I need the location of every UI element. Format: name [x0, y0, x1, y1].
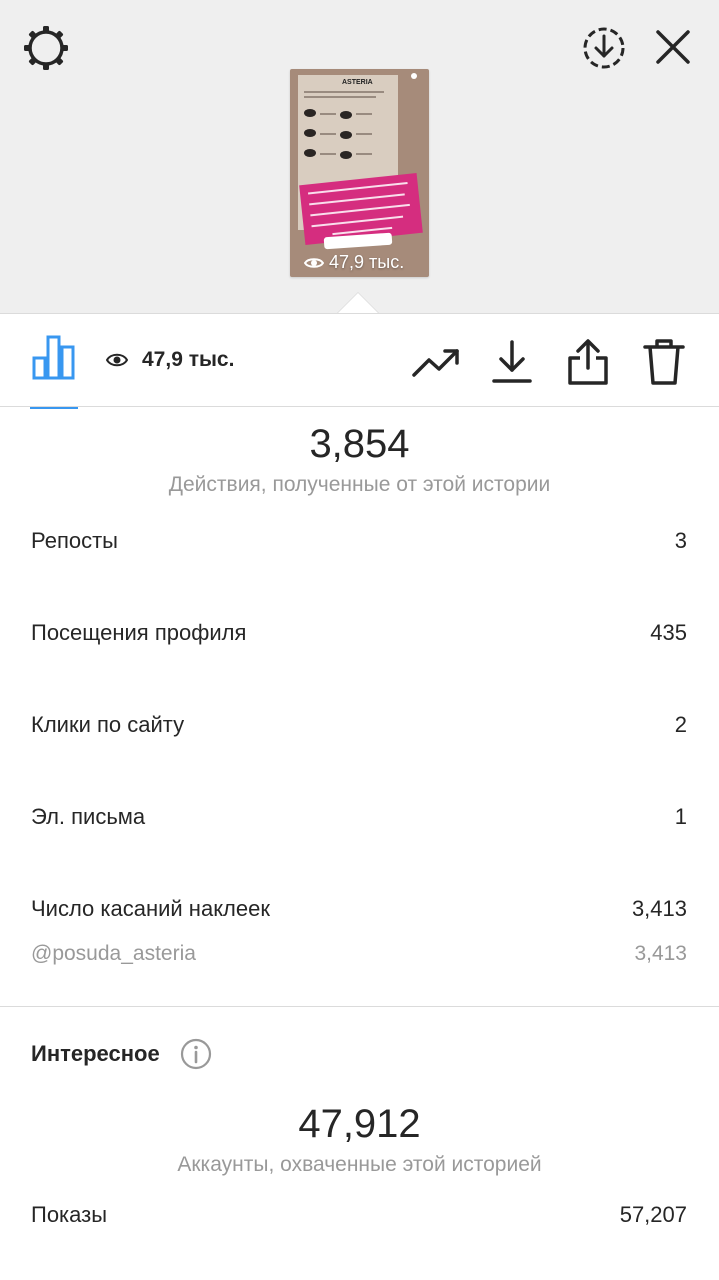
poster-price-line [320, 133, 336, 135]
viewers-count: 47,9 тыс. [142, 348, 235, 371]
pan-image [340, 131, 352, 139]
eye-icon [304, 257, 324, 268]
trash-icon[interactable] [636, 334, 692, 390]
story-tab-bar: 47,9 тыс. [0, 313, 719, 409]
reach-summary: 47,912 Аккаунты, охваченные этой историе… [0, 1102, 719, 1177]
metric-label: Эл. письма [31, 804, 146, 829]
metric-label: Число касаний наклеек [31, 896, 270, 921]
metric-value: 3,413 [631, 896, 687, 921]
poster-price-line [320, 113, 336, 115]
tab-viewers[interactable]: 47,9 тыс. [106, 348, 234, 372]
sticker-mention-label: @posuda_asteria [31, 942, 196, 965]
poster-text-line [304, 96, 376, 98]
active-tab-indicator [30, 407, 78, 409]
metric-label: Посещения профиля [31, 620, 247, 645]
metric-value: 57,207 [619, 1202, 687, 1227]
poster-price-line [356, 113, 372, 115]
poster-price-line [356, 133, 372, 135]
story-thumbnail[interactable]: ASTERIA 47,9 тыс. [290, 69, 429, 277]
metric-label: Репосты [31, 528, 118, 553]
eye-icon [106, 353, 128, 367]
pan-image [304, 109, 316, 117]
reach-total: 47,912 [298, 1102, 421, 1146]
story-preview-area: ASTERIA 47,9 тыс. [0, 0, 719, 313]
metric-row-profile-visits: Посещения профиля 435 [31, 620, 687, 646]
section-divider [0, 1006, 719, 1007]
story-views-counter: 47,9 тыс. [304, 252, 404, 273]
metric-label: Клики по сайту [31, 712, 185, 737]
story-dot [411, 73, 417, 79]
pointer-arrow [337, 293, 379, 314]
tab-insights[interactable] [30, 334, 78, 409]
metric-value: 435 [650, 620, 687, 645]
metric-row-sticker-taps: Число касаний наклеек 3,413 [31, 896, 687, 922]
share-icon[interactable] [560, 334, 616, 390]
pan-image [340, 151, 352, 159]
info-icon[interactable] [180, 1038, 212, 1070]
metric-row-impressions: Показы 57,207 [31, 1202, 687, 1228]
metric-row-shares: Репосты 3 [31, 528, 687, 554]
pan-image [304, 149, 316, 157]
pan-image [340, 111, 352, 119]
metric-row-emails: Эл. письма 1 [31, 804, 687, 830]
close-icon[interactable] [648, 22, 698, 72]
interactions-total: 3,854 [309, 422, 410, 466]
promote-trending-icon[interactable] [408, 334, 464, 390]
poster-text-line [304, 91, 384, 93]
interactions-caption: Действия, полученные от этой истории [168, 473, 551, 496]
metric-row-sticker-mention: @posuda_asteria 3,413 [31, 942, 687, 966]
discovery-title: Интересное [31, 1041, 160, 1066]
metric-label: Показы [31, 1202, 108, 1227]
reach-caption: Аккаунты, охваченные этой историей [177, 1153, 542, 1176]
poster-price-line [320, 153, 336, 155]
poster-price-line [356, 153, 372, 155]
discovery-header: Интересное [31, 1038, 212, 1070]
metric-row-website-clicks: Клики по сайту 2 [31, 712, 687, 738]
pan-image [304, 129, 316, 137]
interactions-summary: 3,854 Действия, полученные от этой истор… [0, 422, 719, 497]
story-brand-text: ASTERIA [342, 79, 373, 86]
metric-value: 3 [674, 528, 687, 553]
bar-chart-icon [32, 335, 75, 380]
metric-value: 2 [674, 712, 687, 737]
story-views-label: 47,9 тыс. [329, 252, 405, 272]
settings-gear-icon[interactable] [20, 22, 72, 74]
metric-value: 1 [674, 804, 687, 829]
download-circle-icon[interactable] [578, 22, 630, 74]
sticker-mention-value: 3,413 [634, 942, 687, 965]
download-icon[interactable] [484, 334, 540, 390]
